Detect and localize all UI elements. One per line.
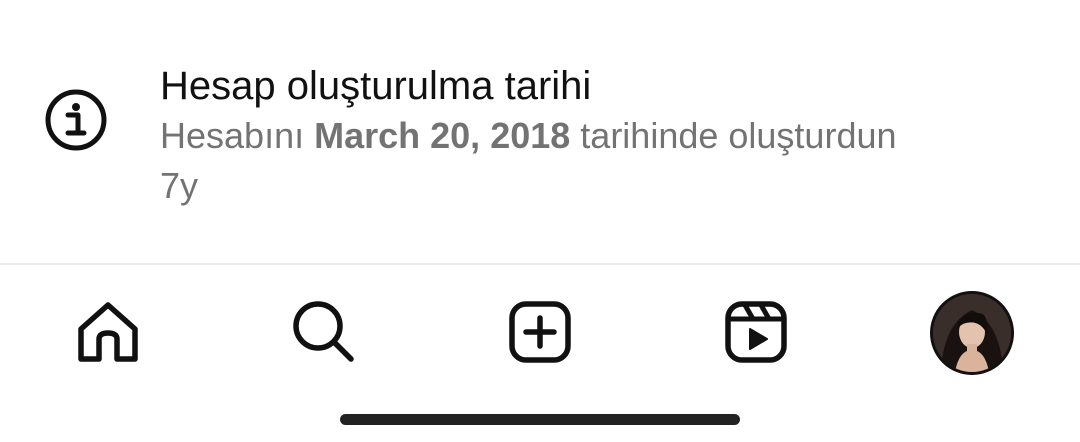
nav-reels-button[interactable] — [711, 289, 801, 379]
created-date: March 20, 2018 — [314, 115, 571, 156]
account-age: 7y — [160, 165, 199, 206]
home-icon — [75, 299, 141, 370]
bottom-nav — [0, 265, 1080, 400]
info-desc-prefix: Hesabını — [160, 115, 305, 156]
account-created-row: Hesap oluşturulma tarihi Hesabını March … — [0, 0, 1080, 262]
screen: Hesap oluşturulma tarihi Hesabını March … — [0, 0, 1080, 442]
search-icon — [291, 299, 357, 370]
avatar — [933, 294, 1011, 372]
info-title: Hesap oluşturulma tarihi — [160, 64, 592, 108]
info-desc-suffix: tarihinde oluşturdun — [580, 115, 897, 156]
nav-profile-avatar[interactable] — [930, 291, 1014, 375]
nav-search-button[interactable] — [279, 289, 369, 379]
nav-home-button[interactable] — [63, 289, 153, 379]
plus-square-icon — [507, 299, 573, 370]
reels-icon — [723, 299, 789, 370]
nav-create-button[interactable] — [495, 289, 585, 379]
home-indicator[interactable] — [340, 414, 740, 425]
info-description: Hesabını March 20, 2018 tarihinde oluştu… — [160, 112, 897, 160]
info-circle-icon — [44, 88, 108, 152]
